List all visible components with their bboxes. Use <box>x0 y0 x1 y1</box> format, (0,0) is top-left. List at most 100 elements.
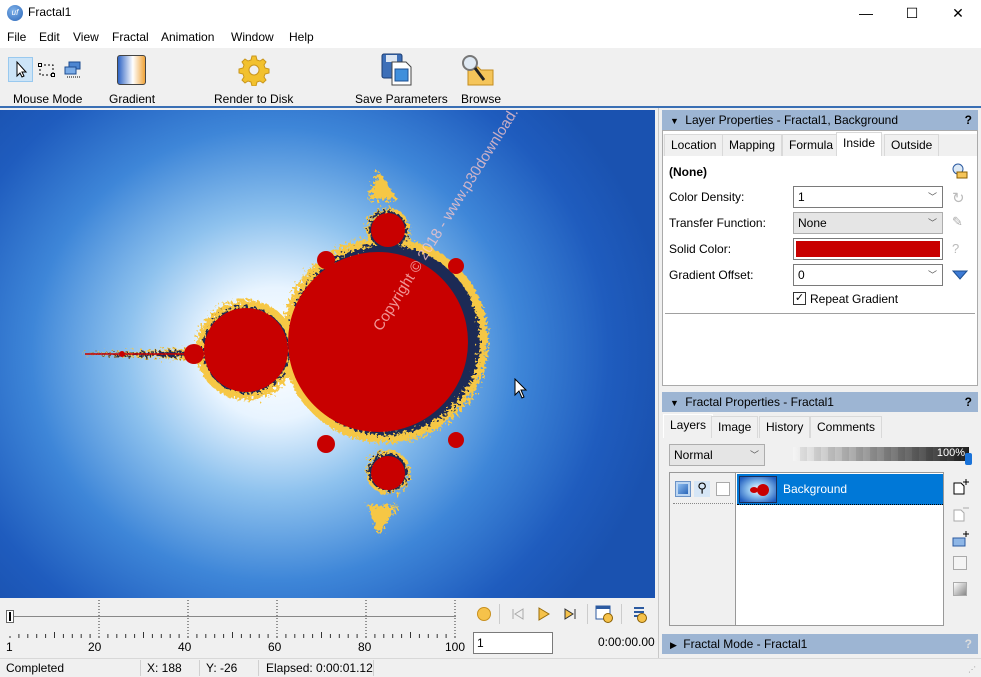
app-icon: uf <box>7 5 23 21</box>
play-button[interactable] <box>537 606 551 622</box>
gradient-offset-value: 0 <box>798 268 805 282</box>
animation-settings-button[interactable] <box>595 605 613 623</box>
fractal-canvas[interactable]: Copyright © 2018 - www.p30download.com <box>0 110 655 598</box>
layer-visible-toggle[interactable] <box>675 481 691 497</box>
gradient-offset-combo[interactable]: 0 ﹀ <box>793 264 943 286</box>
window-clock-icon <box>595 605 613 623</box>
menu-help[interactable]: Help <box>289 30 314 44</box>
menu-fractal[interactable]: Fractal <box>112 30 149 44</box>
collapse-arrow-icon: ▼ <box>670 116 679 126</box>
layer-row-background[interactable]: Background <box>737 474 943 505</box>
fractal-mode-help[interactable]: ? <box>965 634 972 654</box>
gradient-offset-dropdown[interactable] <box>952 270 968 280</box>
checkmark-icon: ✓ <box>794 292 805 304</box>
record-button[interactable] <box>477 607 491 621</box>
fractal-properties-title: Fractal Properties - Fractal1 <box>685 395 834 409</box>
layer-properties-title: Layer Properties - Fractal1, Background <box>685 113 899 127</box>
marquee-select-icon <box>38 63 55 77</box>
status-state: Completed <box>6 661 65 675</box>
layer-properties-help[interactable]: ? <box>965 110 972 130</box>
layer-lock-checkbox[interactable] <box>716 482 730 496</box>
tab-layers[interactable]: Layers <box>663 414 714 438</box>
merge-layer-button[interactable] <box>953 556 967 570</box>
select-tool-button[interactable] <box>8 57 33 82</box>
animation-timeline: 1 20 40 60 80 100 0:00:00.00 <box>0 598 660 658</box>
tab-inside[interactable]: Inside <box>836 132 883 156</box>
collapse-arrow-icon: ▼ <box>670 398 679 408</box>
tick-label-80: 80 <box>358 640 372 654</box>
layers-list: ⚲ Background <box>669 472 944 626</box>
color-density-value: 1 <box>798 190 805 204</box>
fractal-properties-tabs: Layers Image History Comments <box>663 414 977 438</box>
new-layer-icon <box>953 479 969 495</box>
tab-mapping[interactable]: Mapping <box>722 134 783 156</box>
minimize-button[interactable]: — <box>843 0 889 26</box>
menu-window[interactable]: Window <box>231 30 274 44</box>
mouse-cursor-icon <box>514 378 528 399</box>
resize-grip-icon[interactable]: ⋰ <box>968 665 976 674</box>
layer-thumbnail <box>739 476 777 503</box>
window-title: Fractal1 <box>28 5 72 19</box>
chevron-down-icon: ﹀ <box>927 192 937 202</box>
blend-mode-select[interactable]: Normal ﹀ <box>669 444 765 466</box>
render-to-disk-button[interactable] <box>238 54 270 87</box>
menu-animation[interactable]: Animation <box>161 30 214 44</box>
render-to-disk-label: Render to Disk <box>214 92 294 106</box>
tab-image[interactable]: Image <box>711 416 759 438</box>
window-tool-button[interactable] <box>63 60 83 80</box>
layer-properties-header[interactable]: ▼ Layer Properties - Fractal1, Backgroun… <box>662 110 978 130</box>
reset-icon[interactable]: ↻ <box>952 189 968 207</box>
expand-arrow-icon: ▶ <box>670 640 677 650</box>
browse-preset-icon <box>952 163 968 179</box>
fractal-properties-help[interactable]: ? <box>965 392 972 412</box>
marquee-tool-button[interactable] <box>37 60 57 80</box>
fractal-mode-header[interactable]: ▶ Fractal Mode - Fractal1 ? <box>662 634 978 654</box>
gradient-layer-button[interactable] <box>953 582 967 596</box>
last-frame-button[interactable] <box>563 607 577 621</box>
gradient-button[interactable] <box>117 55 146 85</box>
chevron-down-icon: ﹀ <box>927 270 937 280</box>
save-parameters-label: Save Parameters <box>355 92 448 106</box>
color-density-combo[interactable]: 1 ﹀ <box>793 186 943 208</box>
tab-comments[interactable]: Comments <box>810 416 883 438</box>
menu-view[interactable]: View <box>73 30 99 44</box>
save-parameters-button[interactable] <box>381 52 413 86</box>
close-button[interactable]: ✕ <box>935 0 981 26</box>
edit-icon[interactable]: ✎ <box>952 214 968 230</box>
tab-outside[interactable]: Outside <box>884 134 940 156</box>
solid-color-swatch[interactable] <box>793 238 943 260</box>
tab-history[interactable]: History <box>759 416 811 438</box>
tick-label-1: 1 <box>6 640 13 654</box>
add-mask-button[interactable] <box>951 530 971 548</box>
menu-edit[interactable]: Edit <box>39 30 60 44</box>
mandelbrot-render <box>80 170 488 535</box>
frame-input[interactable] <box>473 632 553 654</box>
tab-formula[interactable]: Formula <box>782 134 841 156</box>
help-icon[interactable]: ? <box>952 241 968 257</box>
browse-preset-button[interactable] <box>951 163 971 181</box>
fractal-properties-header[interactable]: ▼ Fractal Properties - Fractal1 ? <box>662 392 978 412</box>
first-frame-button[interactable] <box>511 607 525 621</box>
layer-zoom-toggle[interactable]: ⚲ <box>694 481 710 497</box>
opacity-slider[interactable]: 100% <box>793 447 972 465</box>
gradient-label: Gradient <box>109 92 156 106</box>
add-layer-button[interactable] <box>951 478 971 496</box>
repeat-gradient-checkbox[interactable]: ✓ <box>793 292 806 305</box>
layer-visibility-icon <box>678 484 688 494</box>
status-x: X: 188 <box>147 661 182 675</box>
zoom-icon: ⚲ <box>697 480 707 495</box>
menu-file[interactable]: File <box>7 30 26 44</box>
keyframe-list-button[interactable] <box>629 605 647 623</box>
browse-button[interactable] <box>460 53 494 87</box>
tick-label-20: 20 <box>88 640 102 654</box>
transfer-function-combo[interactable]: None ﹀ <box>793 212 943 234</box>
maximize-button[interactable]: ☐ <box>889 0 935 26</box>
color-density-label: Color Density: <box>669 190 745 204</box>
add-folder-icon <box>952 531 969 547</box>
fractal-mode-title: Fractal Mode - Fractal1 <box>683 637 808 651</box>
delete-layer-button[interactable] <box>951 505 971 523</box>
tab-location[interactable]: Location <box>664 134 724 156</box>
arrow-cursor-icon <box>16 60 28 78</box>
chevron-down-icon: ﹀ <box>749 450 759 460</box>
status-bar: Completed X: 188 Y: -26 Elapsed: 0:00:01… <box>0 658 981 677</box>
